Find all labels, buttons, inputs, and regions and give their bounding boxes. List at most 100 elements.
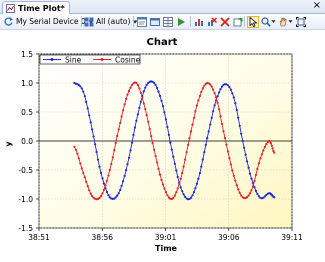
chart-delete-icon bbox=[208, 16, 217, 26]
table-view-button[interactable] bbox=[162, 16, 174, 28]
y-tick-label: 0.0 bbox=[21, 137, 33, 146]
fit-to-window-button[interactable] bbox=[295, 16, 307, 28]
data-point bbox=[235, 184, 238, 187]
data-point bbox=[189, 130, 193, 133]
data-point bbox=[80, 87, 83, 90]
data-point bbox=[110, 162, 113, 166]
data-point bbox=[94, 143, 97, 146]
data-point bbox=[184, 158, 187, 161]
data-point bbox=[98, 196, 101, 199]
data-point bbox=[251, 185, 255, 188]
clear-series-button[interactable] bbox=[206, 16, 218, 28]
data-point bbox=[243, 146, 246, 149]
data-point bbox=[120, 115, 123, 118]
play-button[interactable] bbox=[175, 16, 187, 28]
data-point bbox=[191, 194, 194, 197]
data-point bbox=[74, 148, 77, 151]
clear-all-button[interactable] bbox=[219, 16, 231, 28]
x-tick-label: 39:11 bbox=[281, 233, 303, 242]
data-point bbox=[160, 178, 163, 181]
data-point bbox=[218, 108, 221, 111]
x-axis-ticks: 38:51 38:56 39:01 39:06 39:11 bbox=[28, 228, 303, 242]
data-point bbox=[126, 163, 129, 166]
data-point bbox=[150, 135, 153, 138]
properties-button[interactable] bbox=[136, 16, 148, 28]
zoom-dropdown[interactable] bbox=[261, 15, 276, 28]
data-point bbox=[189, 196, 193, 199]
data-point bbox=[135, 119, 138, 122]
select-pointer-button[interactable] bbox=[247, 15, 259, 28]
channel-selector[interactable]: All (auto) bbox=[84, 15, 138, 28]
data-point bbox=[102, 188, 105, 191]
data-point bbox=[213, 104, 216, 107]
data-point bbox=[145, 114, 148, 117]
data-point bbox=[248, 192, 252, 195]
data-point bbox=[215, 96, 218, 99]
data-point bbox=[144, 86, 147, 89]
data-point bbox=[153, 148, 156, 151]
data-point bbox=[160, 99, 163, 102]
toolbar-separator bbox=[81, 16, 82, 27]
data-point bbox=[99, 171, 103, 174]
bar-chart-button[interactable] bbox=[193, 16, 205, 28]
data-point bbox=[163, 111, 166, 114]
chevron-down-icon bbox=[288, 20, 293, 23]
data-point bbox=[246, 196, 249, 199]
data-point bbox=[98, 165, 101, 168]
pan-dropdown[interactable] bbox=[278, 15, 293, 28]
data-point bbox=[231, 92, 234, 95]
data-point bbox=[133, 126, 136, 129]
data-point bbox=[247, 166, 250, 169]
x-tick-label: 39:06 bbox=[218, 233, 240, 242]
data-point bbox=[218, 91, 221, 94]
window-layout-button[interactable] bbox=[149, 16, 161, 28]
data-point bbox=[114, 196, 117, 199]
time-plot-window: Time Plot* × My Serial Device 0 All (aut… bbox=[0, 0, 325, 260]
data-point bbox=[188, 137, 191, 140]
data-point bbox=[136, 83, 139, 87]
data-point bbox=[141, 96, 144, 99]
plot-toolbar: My Serial Device 0 All (auto) bbox=[0, 14, 325, 30]
chart-title: Chart bbox=[147, 37, 178, 48]
chart-area: Chart Time y 1.5 1.0 0.5 0.0 -0.5 -1.0 -1.5 38… bbox=[0, 30, 325, 260]
close-tab-icon[interactable]: × bbox=[313, 0, 321, 12]
data-point bbox=[117, 192, 120, 195]
data-point bbox=[125, 169, 128, 172]
data-point bbox=[238, 191, 241, 194]
data-point bbox=[198, 94, 201, 98]
data-point bbox=[172, 155, 175, 158]
device-selector-label: My Serial Device 0 bbox=[16, 17, 86, 26]
data-point bbox=[158, 173, 162, 176]
export-button[interactable] bbox=[232, 16, 244, 28]
tab-time-plot[interactable]: Time Plot* bbox=[2, 1, 70, 14]
properties-icon bbox=[137, 16, 147, 27]
data-point bbox=[157, 90, 160, 93]
x-axis-label: Time bbox=[155, 244, 178, 253]
data-point bbox=[240, 132, 243, 135]
tab-title: Time Plot* bbox=[18, 3, 65, 13]
bar-chart-icon bbox=[195, 18, 203, 26]
data-point bbox=[257, 195, 260, 198]
data-point bbox=[253, 179, 256, 183]
data-point bbox=[256, 192, 259, 195]
data-point bbox=[163, 187, 166, 190]
data-point bbox=[250, 189, 253, 192]
data-point bbox=[105, 190, 108, 194]
data-point bbox=[200, 90, 203, 93]
data-point bbox=[231, 169, 234, 172]
data-point bbox=[194, 110, 197, 113]
data-point bbox=[132, 133, 135, 137]
time-plot-chart[interactable]: Chart Time y 1.5 1.0 0.5 0.0 -0.5 -1.0 -1.5 38… bbox=[0, 30, 325, 260]
y-tick-label: 1.5 bbox=[21, 50, 33, 59]
data-point bbox=[139, 100, 142, 103]
data-point bbox=[91, 195, 94, 198]
data-point bbox=[119, 188, 122, 192]
refresh-icon bbox=[4, 17, 13, 26]
data-point bbox=[114, 141, 117, 145]
data-point bbox=[256, 167, 259, 170]
y-axis-label: y bbox=[4, 141, 13, 147]
data-point bbox=[135, 81, 138, 85]
data-point bbox=[127, 89, 131, 92]
toolbar-separator bbox=[133, 16, 134, 27]
data-point bbox=[126, 93, 129, 96]
